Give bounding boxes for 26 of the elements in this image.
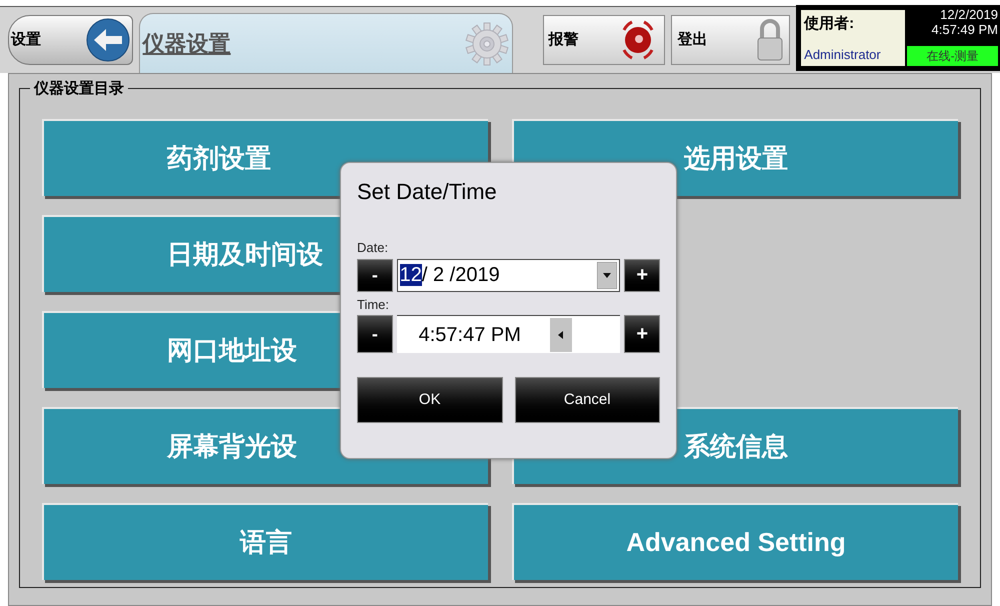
time-field[interactable]: 4:57:47 PM bbox=[396, 315, 620, 353]
menu-button[interactable]: Advanced Setting bbox=[512, 503, 958, 580]
ok-button[interactable]: OK bbox=[357, 377, 502, 423]
date-label: Date: bbox=[357, 239, 390, 257]
cancel-button[interactable]: Cancel bbox=[514, 377, 660, 423]
date-field[interactable]: 12/ 2 /2019 bbox=[396, 258, 620, 292]
user-name: Administrator bbox=[804, 46, 882, 64]
menu-button[interactable]: 语言 bbox=[42, 503, 488, 580]
decrement-button[interactable]: - bbox=[357, 315, 393, 353]
gear-icon bbox=[464, 22, 509, 66]
clock-time: 4:57:49 PM bbox=[930, 22, 998, 37]
decrement-button[interactable]: - bbox=[357, 258, 393, 292]
increment-button[interactable]: + bbox=[624, 315, 660, 353]
padlock-icon bbox=[757, 19, 784, 61]
dropdown-caret-icon[interactable] bbox=[597, 262, 618, 288]
logout-button[interactable]: 登出 bbox=[671, 15, 790, 65]
back-button[interactable]: 设置 bbox=[8, 15, 133, 65]
time-label: Time: bbox=[357, 296, 390, 314]
selected-date-part: 12 bbox=[400, 264, 422, 286]
clock-date: 12/2/2019 bbox=[939, 7, 998, 22]
user-label: 使用者: bbox=[804, 14, 856, 34]
alarm-button[interactable]: 报警 bbox=[542, 15, 666, 65]
status-indicator: 在线-测量 bbox=[907, 46, 998, 66]
page-title: 仪器设置 bbox=[142, 30, 231, 58]
increment-button[interactable]: + bbox=[624, 258, 660, 292]
scroll-left-icon[interactable] bbox=[550, 318, 572, 352]
